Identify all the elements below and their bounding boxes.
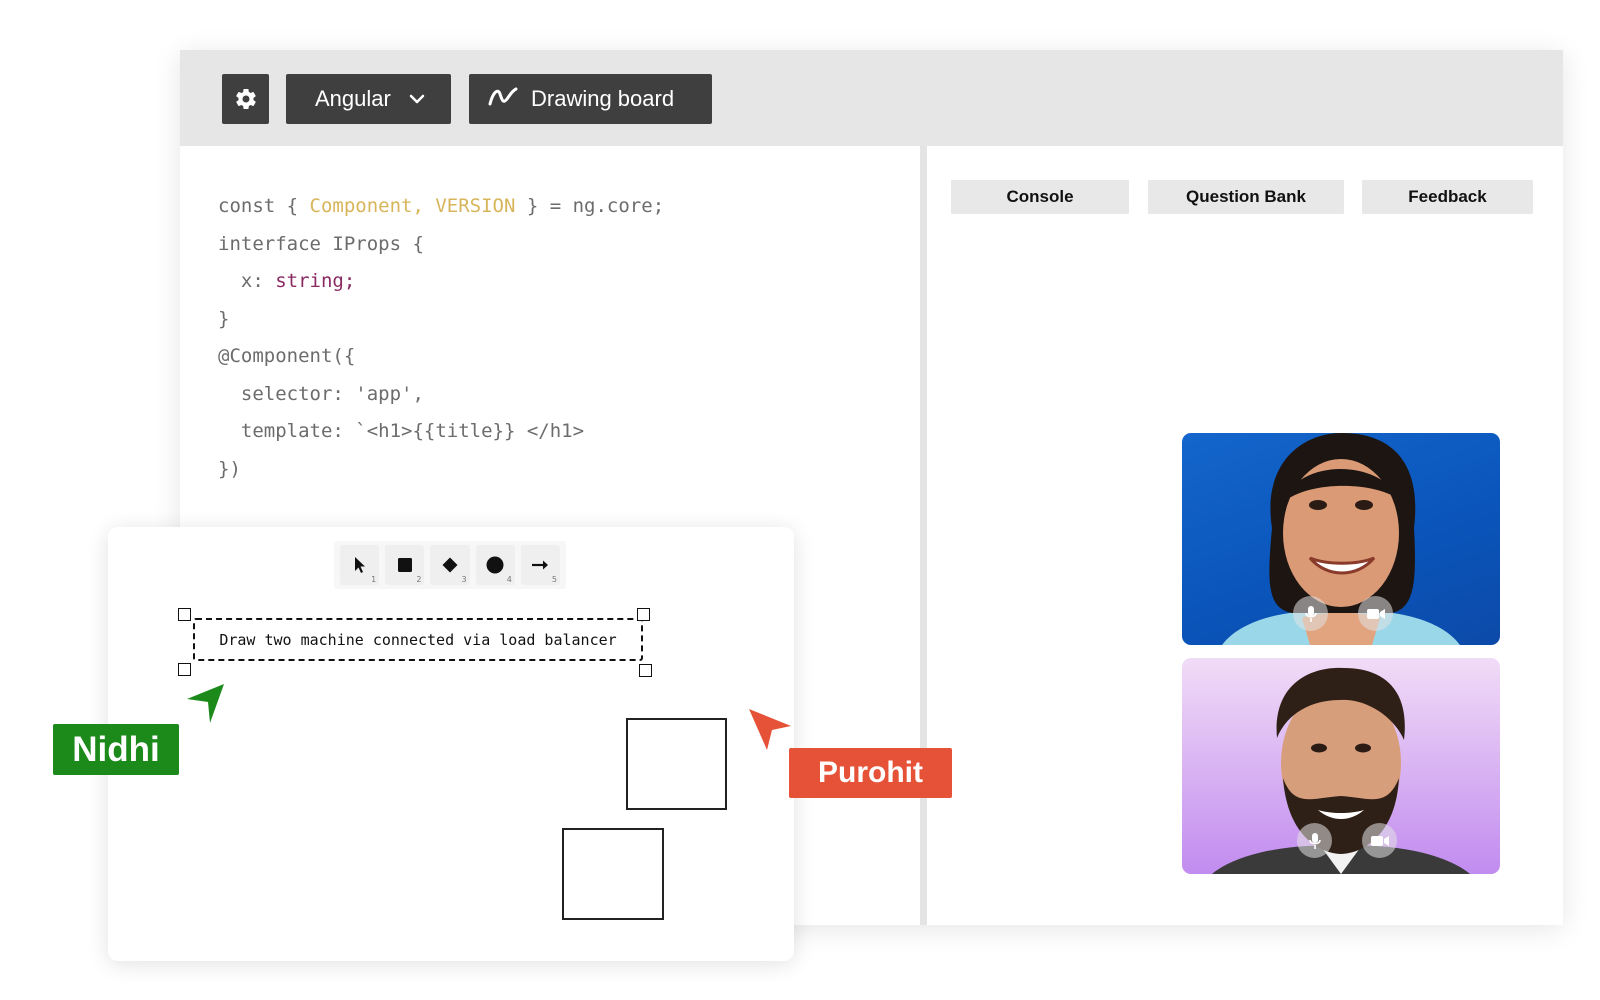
microphone-button[interactable] <box>1293 596 1328 631</box>
code-block: const { Component, VERSION } = ng.core; i… <box>218 188 664 488</box>
code-line: @Component({ <box>218 338 664 376</box>
code-token: } <box>218 307 230 330</box>
code-token: const { <box>218 195 310 217</box>
settings-button[interactable] <box>222 74 269 124</box>
gear-icon <box>235 89 256 110</box>
tool-circle[interactable]: 4 <box>475 545 515 585</box>
diamond-icon <box>442 557 458 573</box>
microphone-button[interactable] <box>1297 823 1332 858</box>
code-token: Component, VERSION <box>309 195 516 217</box>
tool-shortcut: 3 <box>461 575 467 584</box>
video-tile-participant-2 <box>1182 658 1500 874</box>
code-line: interface IProps { <box>218 226 664 264</box>
video-tile-participant-1 <box>1182 433 1500 645</box>
text-box-content: Draw two machine connected via load bala… <box>219 630 617 649</box>
code-token: selector: 'app', <box>218 382 424 405</box>
code-line: const { Component, VERSION } = ng.core; <box>218 188 664 226</box>
rectangle-icon <box>397 558 412 572</box>
code-token: string; <box>275 270 356 292</box>
tab-question-bank[interactable]: Question Bank <box>1148 180 1344 214</box>
tool-shortcut: 2 <box>416 575 422 584</box>
code-line: selector: 'app', <box>218 376 664 414</box>
microphone-icon <box>1304 605 1317 622</box>
drawing-board-label: Drawing board <box>531 86 675 111</box>
camera-button[interactable] <box>1358 596 1393 631</box>
resize-handle-top-right[interactable] <box>637 608 650 621</box>
text-box-selection[interactable]: Draw two machine connected via load bala… <box>193 618 643 661</box>
camera-button[interactable] <box>1362 823 1397 858</box>
code-token: } = ng.core; <box>515 195 665 217</box>
video-camera-icon <box>1366 608 1385 619</box>
machine-box[interactable] <box>562 828 664 920</box>
drawing-board[interactable]: 1 2 3 4 5 Draw two machine connected via… <box>108 527 794 961</box>
cursor-label-nidhi: Nidhi <box>53 724 179 775</box>
code-line: x: string; <box>218 263 664 301</box>
arrow-right-icon <box>532 560 549 570</box>
ide-toolbar: Angular Drawing board <box>180 50 1563 146</box>
cursor-label-purohit: Purohit <box>789 748 952 798</box>
tab-console[interactable]: Console <box>951 180 1129 214</box>
resize-handle-bottom-left[interactable] <box>178 663 191 676</box>
tool-arrow[interactable]: 5 <box>520 545 561 585</box>
tool-shortcut: 1 <box>371 575 377 584</box>
drawing-board-button[interactable]: Drawing board <box>469 74 712 124</box>
pane-divider[interactable] <box>920 146 927 925</box>
select-arrow-icon <box>354 557 365 573</box>
code-token: x: <box>218 270 276 292</box>
machine-box[interactable] <box>626 718 727 810</box>
circle-icon <box>486 556 504 574</box>
nidhi-cursor-icon <box>187 684 224 723</box>
resize-handle-bottom-right[interactable] <box>639 664 652 677</box>
tool-select[interactable]: 1 <box>340 545 380 585</box>
tab-feedback[interactable]: Feedback <box>1362 180 1533 214</box>
code-token: template: `<h1>{{title}} </h1> <box>218 420 585 442</box>
participant-avatar <box>1212 667 1470 874</box>
code-token: }) <box>218 457 241 480</box>
microphone-icon <box>1308 832 1321 849</box>
chevron-down-icon <box>409 94 425 104</box>
purohit-cursor-icon <box>749 709 791 750</box>
participant-avatar <box>1222 433 1460 645</box>
tool-rectangle[interactable]: 2 <box>385 545 425 585</box>
code-token: interface IProps { <box>218 232 424 255</box>
shape-toolbar: 1 2 3 4 5 <box>334 541 566 589</box>
tool-shortcut: 5 <box>551 575 558 584</box>
code-line: }) <box>218 451 664 489</box>
framework-label: Angular <box>315 86 391 111</box>
tool-shortcut: 4 <box>506 575 512 584</box>
framework-dropdown[interactable]: Angular <box>286 74 451 124</box>
video-camera-icon <box>1370 835 1389 846</box>
code-line: } <box>218 301 664 339</box>
code-line: template: `<h1>{{title}} </h1> <box>218 413 664 451</box>
code-token: @Component({ <box>218 345 356 367</box>
squiggle-icon <box>487 82 519 116</box>
resize-handle-top-left[interactable] <box>178 608 191 621</box>
tool-diamond[interactable]: 3 <box>430 545 470 585</box>
